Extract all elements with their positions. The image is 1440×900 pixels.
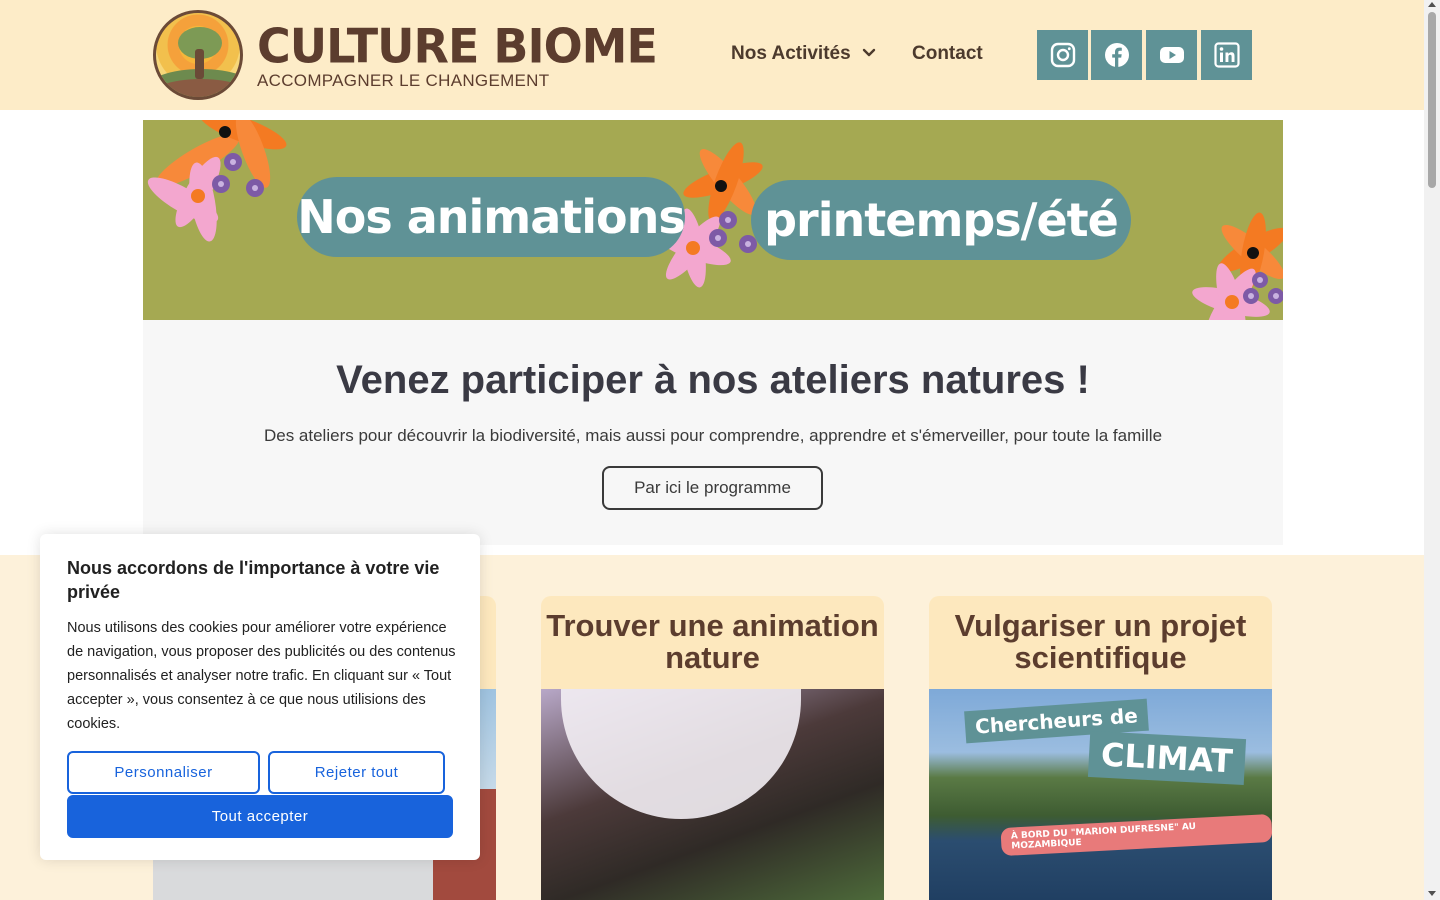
card-2-image[interactable]	[541, 689, 884, 900]
banner-pill-season: printemps/été	[751, 180, 1131, 260]
scroll-up-icon[interactable]	[1428, 2, 1436, 7]
youtube-button[interactable]	[1146, 30, 1197, 80]
chevron-down-icon[interactable]	[862, 46, 876, 60]
cookie-text: Nous utilisons des cookies pour améliore…	[67, 620, 456, 732]
scroll-down-icon[interactable]	[1428, 891, 1436, 896]
instagram-button[interactable]	[1037, 30, 1088, 80]
logo-icon[interactable]	[153, 10, 243, 100]
program-button[interactable]: Par ici le programme	[602, 466, 823, 510]
intro-title: Venez participer à nos ateliers natures …	[336, 358, 1090, 402]
cookie-accept-button[interactable]: Tout accepter	[67, 795, 453, 838]
banner-pill-animations: Nos animations	[297, 177, 686, 257]
cookie-title: Nous accordons de l'importance à votre v…	[67, 558, 440, 602]
page-scrollbar[interactable]	[1424, 0, 1440, 900]
site-header: CULTURE BIOME ACCOMPAGNER LE CHANGEMENT …	[0, 0, 1424, 110]
cookie-customize-button[interactable]: Personnaliser	[67, 751, 260, 794]
linkedin-icon	[1213, 42, 1240, 68]
card-3-image[interactable]: Chercheurs de CLIMAT À BORD DU "MARION D…	[929, 689, 1272, 900]
card-3-image-line3: À BORD DU "MARION DUFRESNE" AU MOZAMBIQU…	[1000, 813, 1272, 857]
nav-item-contact[interactable]: Contact	[912, 43, 983, 65]
card-3-title[interactable]: Vulgariser un projet scientifique	[929, 596, 1272, 689]
card-2-title[interactable]: Trouver une animation nature	[541, 596, 884, 689]
hero-banner[interactable]: Nos animations printemps/été	[143, 120, 1283, 320]
intro-description: Des ateliers pour découvrir la biodivers…	[263, 426, 1163, 445]
facebook-button[interactable]	[1091, 30, 1142, 80]
instagram-icon	[1050, 42, 1075, 68]
cookie-consent-dialog: Nous accordons de l'importance à votre v…	[40, 534, 480, 860]
youtube-icon	[1159, 47, 1184, 63]
cookie-reject-button[interactable]: Rejeter tout	[268, 751, 445, 794]
facebook-icon	[1104, 43, 1129, 67]
card-3-image-line2: CLIMAT	[1087, 730, 1246, 786]
brand-title[interactable]: CULTURE BIOME	[257, 19, 658, 72]
scroll-thumb[interactable]	[1428, 12, 1436, 188]
cap-shape	[561, 689, 801, 819]
logo-tree-trunk	[195, 49, 204, 79]
brand-subtitle: ACCOMPAGNER LE CHANGEMENT	[257, 71, 550, 90]
intro-section: Venez participer à nos ateliers natures …	[143, 320, 1283, 545]
nav-item-activites[interactable]: Nos Activités	[731, 43, 851, 65]
logo-hill	[156, 79, 240, 97]
linkedin-button[interactable]	[1201, 30, 1252, 80]
